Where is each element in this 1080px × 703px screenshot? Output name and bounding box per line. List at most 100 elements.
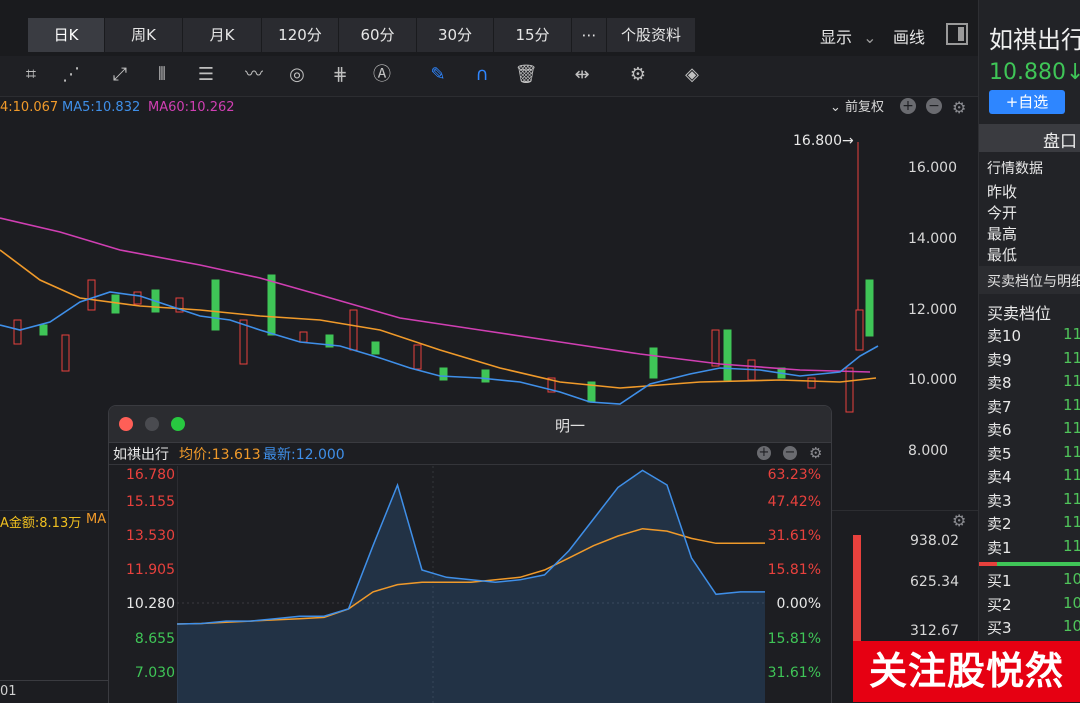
ask-level-label: 卖5 xyxy=(987,444,1012,463)
kline-candle xyxy=(39,324,48,336)
pen-tool-icon[interactable]: ✎ xyxy=(424,60,452,90)
popup-y-left-5: 8.655 xyxy=(134,631,175,647)
ask-level-label: 卖10 xyxy=(987,327,1022,345)
stretch-tool-icon[interactable]: ⇹ xyxy=(568,60,596,90)
ask-level-row[interactable]: 卖8 xyxy=(987,372,1012,393)
kline-candle xyxy=(807,377,816,389)
tab-120min[interactable]: 120分 xyxy=(262,18,339,52)
popup-y-left-1: 15.155 xyxy=(126,494,175,510)
ask-level-price: 11 xyxy=(1063,442,1080,461)
panel-toggle-icon[interactable] xyxy=(946,23,968,45)
text-tool-icon[interactable]: Ⓐ xyxy=(368,60,396,90)
popup-title: 明一 xyxy=(555,417,586,435)
popup-zoom-in-icon[interactable]: + xyxy=(757,446,771,460)
kline-candles xyxy=(13,142,874,413)
ask-level-row[interactable]: 卖7 xyxy=(987,396,1012,417)
popup-y-right-2: 31.61% xyxy=(767,528,821,544)
tab-order-book[interactable]: 盘口 xyxy=(979,124,1080,152)
kline-candle xyxy=(865,279,874,337)
ask-level-row[interactable]: 卖10 xyxy=(987,325,1021,346)
bid-level-price: 10 xyxy=(1063,617,1080,635)
more-tabs-button[interactable]: ⋯ xyxy=(572,18,607,52)
popup-y-right-4: 0.00% xyxy=(776,596,821,612)
kline-candle xyxy=(13,319,22,345)
layers-icon[interactable]: ◈ xyxy=(678,60,706,90)
tab-30min[interactable]: 30分 xyxy=(417,18,494,52)
ask-level-label: 卖8 xyxy=(987,374,1012,392)
tab-day-k[interactable]: 日K xyxy=(28,18,105,52)
tab-week-k[interactable]: 周K xyxy=(105,18,183,52)
ask-level-label: 卖6 xyxy=(987,421,1012,439)
add-watchlist-button[interactable]: +自选 xyxy=(989,90,1065,114)
ask-level-row[interactable]: 卖6 xyxy=(987,419,1012,440)
link-tool-icon[interactable]: ⤢ xyxy=(106,60,134,90)
minimize-window-button[interactable] xyxy=(145,417,159,431)
kline-candle xyxy=(481,369,490,383)
chart-settings-gear-icon[interactable]: ⚙ xyxy=(952,97,966,119)
kline-candle xyxy=(711,329,720,367)
book-balance-bar xyxy=(979,562,1080,566)
bid-level-label: 买2 xyxy=(987,595,1012,614)
ask-level-row[interactable]: 卖2 xyxy=(987,513,1012,534)
display-menu[interactable]: 显示 ⌄ xyxy=(820,24,877,48)
ask-level-row[interactable]: 卖3 xyxy=(987,490,1012,511)
kline-chart xyxy=(0,142,879,413)
popup-zoom-out-icon[interactable]: − xyxy=(783,446,797,460)
adjust-selector[interactable]: ⌄ 前复权 xyxy=(830,97,884,119)
close-window-button[interactable] xyxy=(119,417,133,431)
popup-titlebar[interactable]: 明一 xyxy=(109,406,831,443)
volume-bar-spike xyxy=(853,535,861,642)
kline-candle xyxy=(239,319,248,365)
ask-level-label: 卖4 xyxy=(987,468,1012,486)
ask-level-label: 卖9 xyxy=(987,350,1012,369)
zoom-in-icon[interactable]: + xyxy=(900,98,916,114)
volume-settings-gear-icon[interactable]: ⚙ xyxy=(952,511,966,530)
text-lines-tool-icon[interactable]: ☰ xyxy=(192,60,220,90)
tab-60min[interactable]: 60分 xyxy=(339,18,417,52)
bid-level-row[interactable]: 买1 xyxy=(987,570,1012,591)
intraday-chart xyxy=(177,466,765,703)
bars-tool-icon[interactable]: ⦀ xyxy=(148,60,176,90)
kline-candle xyxy=(111,294,120,314)
cycle-tool-icon[interactable]: ◎ xyxy=(283,60,311,90)
magnet-tool-icon[interactable]: ∩ xyxy=(468,60,496,90)
trash-icon[interactable]: 🗑 xyxy=(512,60,540,90)
popup-y-right-1: 47.42% xyxy=(767,494,821,510)
tab-stock-profile[interactable]: 个股资料 xyxy=(607,18,696,52)
bid-level-label: 买1 xyxy=(987,572,1012,590)
ma-partial-value: 4:10.067 xyxy=(0,100,59,115)
tab-15min[interactable]: 15分 xyxy=(494,18,572,52)
maximize-window-button[interactable] xyxy=(171,417,185,431)
popup-y-left-2: 13.530 xyxy=(126,528,175,544)
zoom-out-icon[interactable]: − xyxy=(926,98,942,114)
kline-candle xyxy=(267,274,276,336)
ask-level-row[interactable]: 卖4 xyxy=(987,466,1012,487)
ask-level-row[interactable]: 卖9 xyxy=(987,349,1012,370)
ma5-value: MA5:10.832 xyxy=(62,100,141,115)
fan-tool-icon[interactable]: ⋰ xyxy=(57,60,85,90)
gear-icon[interactable]: ⚙ xyxy=(624,60,652,90)
wave-tool-icon[interactable]: 〰 xyxy=(240,60,268,90)
ask-level-label: 卖1 xyxy=(987,538,1012,557)
bid-level-row[interactable]: 买2 xyxy=(987,594,1012,615)
bid-level-row[interactable]: 买3 xyxy=(987,617,1012,638)
crop-tool-icon[interactable]: ⌗ xyxy=(17,60,45,90)
kline-candle xyxy=(211,279,220,331)
kline-candle xyxy=(61,334,70,372)
ask-level-row[interactable]: 卖1 xyxy=(987,537,1012,558)
popup-stock-name: 如祺出行 xyxy=(113,447,169,463)
ask-level-price: 11 xyxy=(1063,372,1080,390)
kline-candle xyxy=(439,367,448,381)
popup-y-right-0: 63.23% xyxy=(767,467,821,483)
ask-level-row[interactable]: 卖5 xyxy=(987,443,1012,464)
kline-candle xyxy=(855,309,864,351)
pitchfork-tool-icon[interactable]: ⋕ xyxy=(326,60,354,90)
date-axis-line xyxy=(0,680,108,681)
kline-candle xyxy=(649,347,658,379)
tab-month-k[interactable]: 月K xyxy=(183,18,262,52)
draw-line-button[interactable]: 画线 xyxy=(893,24,925,48)
quote-row-open: 今开 xyxy=(987,204,1018,222)
popup-settings-gear-icon[interactable]: ⚙ xyxy=(809,444,822,462)
kline-candle xyxy=(371,341,380,355)
date-label: 01 xyxy=(0,684,17,699)
